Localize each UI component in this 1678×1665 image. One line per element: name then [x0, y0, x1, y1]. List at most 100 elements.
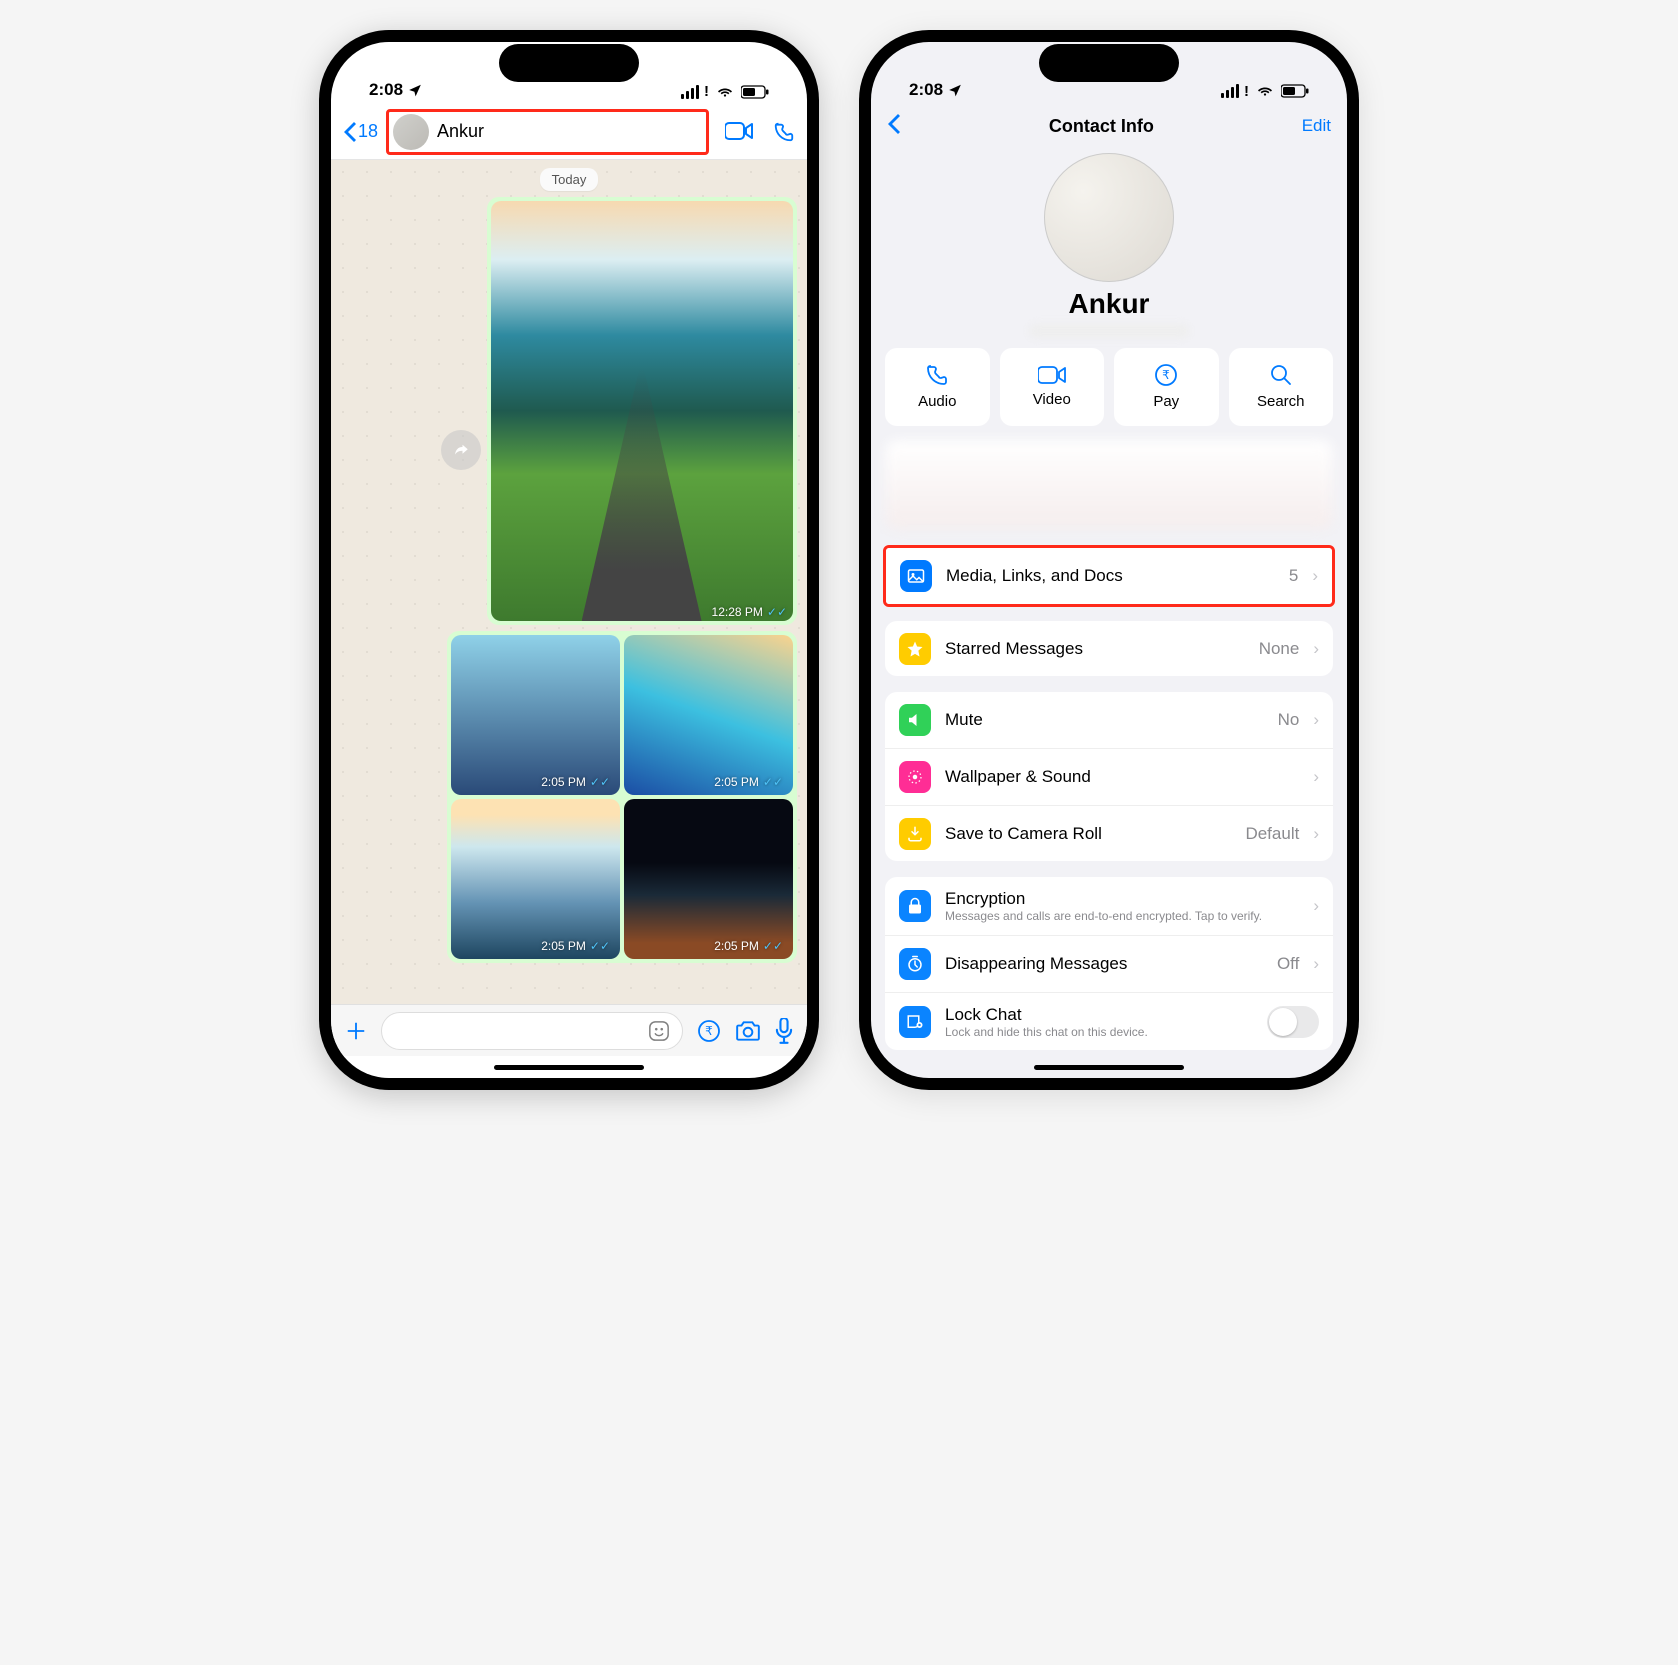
dynamic-island	[1039, 44, 1179, 82]
lock-chat-toggle[interactable]	[1267, 1006, 1319, 1038]
location-icon	[408, 83, 422, 97]
signal-icon	[681, 85, 699, 99]
row-label: Starred Messages	[945, 639, 1245, 659]
contact-info-header: Contact Info Edit	[871, 104, 1347, 145]
screen-contact-info: 2:08 ! Contact Info Edit	[871, 42, 1347, 1078]
read-ticks-icon: ✓✓	[590, 939, 610, 953]
chevron-right-icon: ›	[1313, 710, 1319, 730]
chat-body[interactable]: Today 12:28 PM ✓✓ 2:05 PM✓✓ 2:05 PM✓✓ 2:…	[331, 160, 807, 1004]
phone-left: 2:08 ! 18	[319, 30, 819, 1090]
action-audio[interactable]: Audio	[885, 348, 990, 426]
lock-icon	[899, 890, 931, 922]
read-ticks-icon: ✓✓	[767, 605, 787, 619]
read-ticks-icon: ✓✓	[590, 775, 610, 789]
message-image-grid[interactable]: 2:05 PM✓✓ 2:05 PM✓✓ 2:05 PM✓✓ 2:05 PM✓✓	[447, 631, 797, 963]
msg-time: 2:05 PM	[714, 775, 759, 789]
action-row: Audio Video ₹ Pay Search	[871, 348, 1347, 440]
row-value: Default	[1245, 824, 1299, 844]
row-lock-chat[interactable]: Lock Chat Lock and hide this chat on thi…	[885, 992, 1333, 1050]
row-label: Lock Chat	[945, 1005, 1253, 1025]
row-label: Media, Links, and Docs	[946, 566, 1275, 586]
action-search[interactable]: Search	[1229, 348, 1334, 426]
msg-time: 2:05 PM	[541, 939, 586, 953]
action-label: Search	[1257, 393, 1305, 410]
row-sublabel: Lock and hide this chat on this device.	[945, 1025, 1253, 1039]
row-disappearing-messages[interactable]: Disappearing Messages Off ›	[885, 935, 1333, 992]
camera-icon[interactable]	[735, 1020, 761, 1042]
chat-header: 18 Ankur	[331, 104, 807, 160]
location-icon	[948, 83, 962, 97]
row-encryption[interactable]: Encryption Messages and calls are end-to…	[885, 877, 1333, 935]
action-label: Video	[1033, 391, 1071, 408]
avatar-large[interactable]	[1044, 153, 1174, 282]
back-count: 18	[358, 121, 378, 142]
battery-icon	[1281, 84, 1309, 98]
pay-icon[interactable]: ₹	[697, 1019, 721, 1043]
wifi-icon	[716, 85, 734, 99]
back-button[interactable]	[887, 114, 901, 139]
attach-icon[interactable]	[345, 1020, 367, 1042]
download-icon	[899, 818, 931, 850]
chevron-right-icon: ›	[1313, 767, 1319, 787]
status-time: 2:08	[909, 80, 943, 100]
chevron-right-icon: ›	[1313, 639, 1319, 659]
page-title: Contact Info	[1049, 116, 1154, 137]
action-label: Pay	[1153, 393, 1179, 410]
message-input[interactable]	[381, 1012, 683, 1050]
chevron-right-icon: ›	[1313, 954, 1319, 974]
row-starred-messages[interactable]: Starred Messages None ›	[885, 621, 1333, 677]
row-label: Wallpaper & Sound	[945, 767, 1299, 787]
row-save-camera-roll[interactable]: Save to Camera Roll Default ›	[885, 805, 1333, 861]
back-button[interactable]: 18	[343, 121, 378, 142]
voice-call-icon[interactable]	[773, 121, 795, 143]
message-image-single[interactable]: 12:28 PM ✓✓	[487, 197, 797, 625]
row-label: Save to Camera Roll	[945, 824, 1231, 844]
chevron-right-icon: ›	[1313, 824, 1319, 844]
signal-icon	[1221, 84, 1239, 98]
star-icon	[899, 633, 931, 665]
row-value: No	[1278, 710, 1300, 730]
battery-icon	[741, 85, 769, 99]
home-indicator[interactable]	[871, 1056, 1347, 1078]
action-pay[interactable]: ₹ Pay	[1114, 348, 1219, 426]
photo-icon	[900, 560, 932, 592]
row-media-links-docs[interactable]: Media, Links, and Docs 5 ›	[886, 548, 1332, 604]
home-indicator[interactable]	[331, 1056, 807, 1078]
screen-chat: 2:08 ! 18	[331, 42, 807, 1078]
read-ticks-icon: ✓✓	[763, 939, 783, 953]
input-bar: ₹	[331, 1004, 807, 1056]
card-privacy: Encryption Messages and calls are end-to…	[885, 877, 1333, 1050]
dynamic-island	[499, 44, 639, 82]
card-starred: Starred Messages None ›	[885, 621, 1333, 677]
msg-time: 2:05 PM	[714, 939, 759, 953]
avatar-small[interactable]	[393, 114, 429, 150]
video-call-icon[interactable]	[725, 121, 753, 143]
forward-icon[interactable]	[441, 430, 481, 470]
svg-text:₹: ₹	[1162, 368, 1170, 382]
svg-text:₹: ₹	[705, 1024, 713, 1038]
highlight-media-row: Media, Links, and Docs 5 ›	[883, 545, 1335, 607]
highlight-contact-header: Ankur	[386, 109, 709, 155]
contact-name[interactable]: Ankur	[437, 121, 484, 142]
action-label: Audio	[918, 393, 956, 410]
row-wallpaper-sound[interactable]: Wallpaper & Sound ›	[885, 748, 1333, 805]
wallpaper-icon	[899, 761, 931, 793]
row-mute[interactable]: Mute No ›	[885, 692, 1333, 748]
row-sublabel: Messages and calls are end-to-end encryp…	[945, 909, 1299, 923]
timer-icon	[899, 948, 931, 980]
speaker-icon	[899, 704, 931, 736]
signal-alert-icon: !	[1244, 83, 1249, 100]
msg-time: 12:28 PM	[712, 605, 763, 619]
redacted-number	[1029, 324, 1189, 338]
wifi-icon	[1256, 84, 1274, 98]
redacted-status-card	[885, 440, 1333, 529]
mic-icon[interactable]	[775, 1018, 793, 1044]
edit-button[interactable]: Edit	[1302, 116, 1331, 136]
phone-right: 2:08 ! Contact Info Edit	[859, 30, 1359, 1090]
chevron-right-icon: ›	[1313, 896, 1319, 916]
msg-time: 2:05 PM	[541, 775, 586, 789]
row-label: Encryption	[945, 889, 1299, 909]
action-video[interactable]: Video	[1000, 348, 1105, 426]
signal-alert-icon: !	[704, 83, 709, 100]
sticker-icon[interactable]	[648, 1020, 670, 1042]
